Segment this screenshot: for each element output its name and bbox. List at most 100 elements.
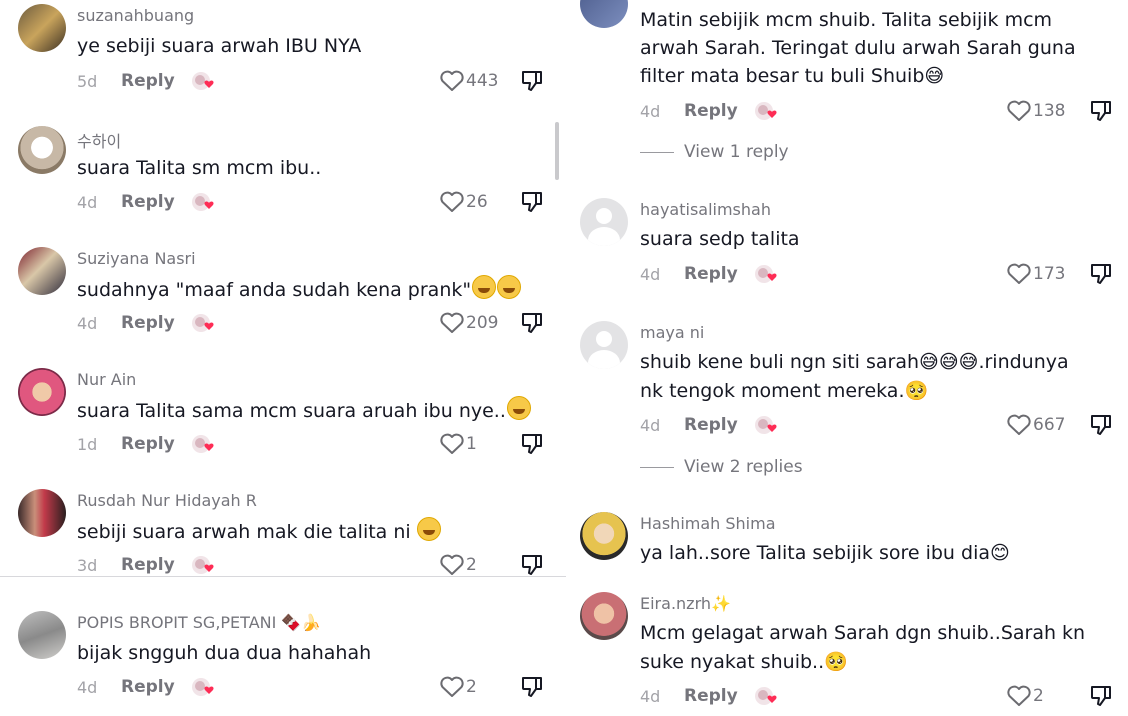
comment-item: Suziyana Nasri sudahnya "maaf anda sudah…	[0, 242, 566, 360]
comment-username[interactable]: Hashimah Shima	[640, 514, 776, 533]
creator-liked-sticker-icon	[755, 102, 777, 120]
comment-text-body: sebiji suara arwah mak die talita ni	[77, 521, 411, 543]
thumbs-down-icon[interactable]	[1090, 99, 1112, 123]
comment-username[interactable]: suzanahbuang	[77, 6, 194, 25]
comment-username[interactable]: Eira.nzrh✨	[640, 594, 731, 613]
comment-text-body: suara Talita sama mcm suara aruah ibu ny…	[77, 400, 506, 422]
scrollbar[interactable]	[555, 122, 559, 180]
avatar[interactable]	[18, 489, 66, 537]
reply-button[interactable]: Reply	[121, 192, 175, 212]
comment-username[interactable]: Nur Ain	[77, 370, 136, 389]
thumbs-down-icon[interactable]	[521, 69, 543, 93]
thumbs-down-icon[interactable]	[1090, 684, 1112, 708]
comment-username[interactable]: 수하이	[77, 128, 121, 152]
comment-text-line: Matin sebijik mcm shuib. Talita sebijik …	[640, 9, 1053, 31]
comment-text-line: filter mata besar tu buli Shuib😅	[640, 65, 945, 87]
like-count: 2	[1033, 686, 1044, 706]
heart-outline-icon[interactable]	[439, 553, 465, 577]
comment-date: 4d	[77, 193, 98, 212]
laughing-emoji	[416, 517, 441, 541]
comment-date: 5d	[77, 72, 98, 91]
right-comment-panel: Matin sebijik mcm shuib. Talita sebijik …	[566, 0, 1128, 716]
comment-meta: 4d Reply 667	[640, 413, 1128, 440]
comment-text-line: nk tengok moment mereka.🥺	[640, 380, 929, 402]
left-comment-panel: suzanahbuang ye sebiji suara arwah IBU N…	[0, 0, 566, 716]
reply-button[interactable]: Reply	[684, 264, 738, 284]
thumbs-down-icon[interactable]	[521, 432, 543, 456]
heart-outline-icon[interactable]	[439, 432, 465, 456]
thumbs-down-icon[interactable]	[521, 311, 543, 335]
thumbs-down-icon[interactable]	[1090, 413, 1112, 437]
comment-text: sudahnya "maaf anda sudah kena prank"	[77, 275, 522, 305]
reply-button[interactable]: Reply	[684, 686, 738, 706]
heart-outline-icon[interactable]	[1006, 684, 1032, 708]
comment-meta: 5d Reply 443	[77, 69, 566, 96]
avatar[interactable]	[18, 126, 66, 174]
heart-outline-icon[interactable]	[439, 190, 465, 214]
comment-item: Matin sebijik mcm shuib. Talita sebijik …	[566, 0, 1128, 180]
creator-liked-sticker-icon	[192, 435, 214, 453]
panel-divider	[0, 576, 566, 577]
heart-outline-icon[interactable]	[1006, 99, 1032, 123]
reply-button[interactable]: Reply	[121, 71, 175, 91]
avatar[interactable]	[580, 512, 628, 560]
comment-text-line: shuib kene buli ngn siti sarah😅😅😅.rindun…	[640, 351, 1069, 373]
comment-username[interactable]: hayatisalimshah	[640, 200, 771, 219]
thumbs-down-icon[interactable]	[521, 553, 543, 577]
comment-text-line: Mcm gelagat arwah Sarah dgn shuib..Sarah…	[640, 622, 1086, 644]
thumbs-down-icon[interactable]	[521, 190, 543, 214]
comment-username-text: POPIS BROPIT SG,PETANI	[77, 613, 277, 632]
comment-username[interactable]: Suziyana Nasri	[77, 249, 196, 268]
comment-text: suara Talita sm mcm ibu..	[77, 157, 322, 179]
laughing-emoji	[472, 275, 497, 299]
heart-outline-icon[interactable]	[1006, 262, 1032, 286]
reply-button[interactable]: Reply	[121, 555, 175, 575]
creator-liked-sticker-icon	[755, 416, 777, 434]
creator-liked-sticker-icon	[192, 193, 214, 211]
comment-date: 4d	[640, 102, 661, 121]
reply-button[interactable]: Reply	[121, 313, 175, 333]
thumbs-down-icon[interactable]	[521, 675, 543, 699]
comment-item: Eira.nzrh✨ Mcm gelagat arwah Sarah dgn s…	[566, 588, 1128, 716]
avatar[interactable]	[580, 592, 628, 640]
creator-liked-sticker-icon	[755, 687, 777, 705]
creator-liked-sticker-icon	[192, 556, 214, 574]
avatar[interactable]	[580, 0, 628, 28]
reply-button[interactable]: Reply	[684, 415, 738, 435]
view-replies-line	[640, 466, 674, 468]
thumbs-down-icon[interactable]	[1090, 262, 1112, 286]
reply-button[interactable]: Reply	[121, 434, 175, 454]
default-avatar[interactable]	[580, 198, 628, 246]
comment-item: hayatisalimshah suara sedp talita 4d Rep…	[566, 194, 1128, 304]
view-replies-label: View 2 replies	[684, 457, 803, 477]
comment-username[interactable]: POPIS BROPIT SG,PETANI 🍫🍌	[77, 613, 321, 632]
avatar[interactable]	[18, 611, 66, 659]
view-replies-button[interactable]: View 1 reply	[640, 142, 789, 162]
heart-outline-icon[interactable]	[439, 675, 465, 699]
heart-outline-icon[interactable]	[439, 69, 465, 93]
comment-meta: 1d Reply 1	[77, 432, 566, 459]
like-count: 138	[1033, 101, 1066, 121]
avatar[interactable]	[18, 4, 66, 52]
comment-text-line: suke nyakat shuib..🥺	[640, 651, 848, 673]
heart-outline-icon[interactable]	[1006, 413, 1032, 437]
comment-username[interactable]: maya ni	[640, 323, 704, 342]
smiling-hearts-emoji	[506, 396, 531, 420]
view-replies-button[interactable]: View 2 replies	[640, 457, 803, 477]
like-count: 443	[466, 71, 499, 91]
comment-text: ya lah..sore Talita sebijik sore ibu dia…	[640, 542, 1010, 564]
heart-outline-icon[interactable]	[439, 311, 465, 335]
creator-liked-sticker-icon	[755, 265, 777, 283]
comment-text: bijak sngguh dua dua hahahah	[77, 642, 372, 664]
comment-username[interactable]: Rusdah Nur Hidayah R	[77, 491, 257, 510]
comment-text: suara sedp talita	[640, 228, 800, 250]
reply-button[interactable]: Reply	[121, 677, 175, 697]
comment-item: suzanahbuang ye sebiji suara arwah IBU N…	[0, 0, 566, 118]
default-avatar[interactable]	[580, 321, 628, 369]
comment-text: ye sebiji suara arwah IBU NYA	[77, 35, 362, 57]
reply-button[interactable]: Reply	[684, 101, 738, 121]
view-replies-line	[640, 151, 674, 153]
avatar[interactable]	[18, 368, 66, 416]
avatar[interactable]	[18, 247, 66, 295]
like-count: 667	[1033, 415, 1066, 435]
